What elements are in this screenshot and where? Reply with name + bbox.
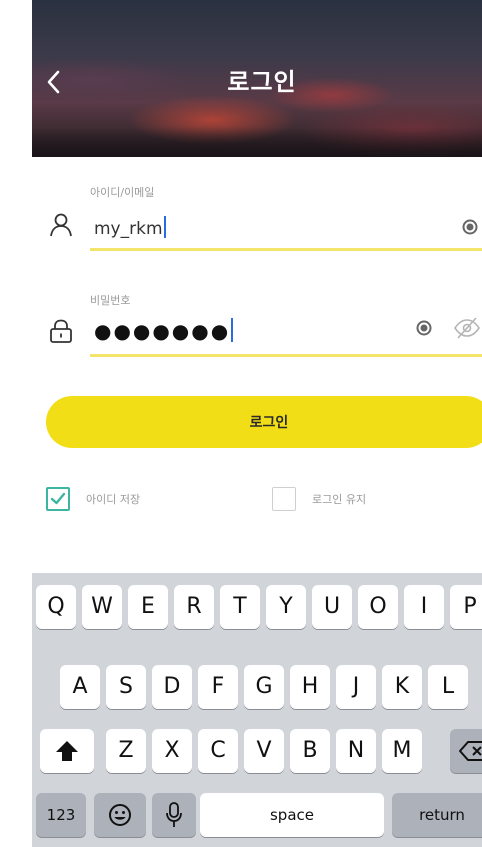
key-o[interactable]: O [358,585,398,629]
id-input-value: my_rkm [94,219,163,239]
key-h[interactable]: H [290,665,330,709]
key-c[interactable]: C [198,729,238,773]
key-s[interactable]: S [106,665,146,709]
clear-icon[interactable] [416,320,432,336]
save-id-label: 아이디 저장 [86,493,141,506]
emoji-key[interactable] [94,793,146,837]
key-g[interactable]: G [244,665,284,709]
space-key[interactable]: space [200,793,384,837]
microphone-icon [166,802,182,827]
key-m[interactable]: M [382,729,422,773]
login-screen: 로그인 아이디/이메일 my_rkm 비밀번호 ●●●●●●● 로그인 아이디 … [32,0,482,847]
page-title: 로그인 [227,68,297,96]
key-p[interactable]: P [450,585,482,629]
return-key[interactable]: return [392,793,482,837]
key-q[interactable]: Q [36,585,76,629]
id-field-label: 아이디/이메일 [90,186,155,199]
shift-key[interactable] [40,729,94,773]
key-z[interactable]: Z [106,729,146,773]
key-k[interactable]: K [382,665,422,709]
key-v[interactable]: V [244,729,284,773]
keyboard: Q W E R T Y U O I P A S D F G H J K L Z … [32,573,482,847]
password-input[interactable]: ●●●●●●● [94,318,234,343]
stay-logged-in-option[interactable]: 로그인 유지 [272,487,366,511]
clear-icon[interactable] [462,219,478,235]
key-a[interactable]: A [60,665,100,709]
key-j[interactable]: J [336,665,376,709]
password-input-value: ●●●●●●● [94,319,231,343]
eye-off-icon[interactable] [452,316,482,340]
microphone-key[interactable] [152,793,196,837]
checkmark-icon [50,492,66,505]
key-e[interactable]: E [128,585,168,629]
text-caret [231,318,234,342]
backspace-icon [459,741,482,761]
key-l[interactable]: L [428,665,468,709]
id-input[interactable]: my_rkm [94,216,166,239]
key-f[interactable]: F [198,665,238,709]
login-button[interactable]: 로그인 [46,396,482,448]
password-field-underline [90,354,482,357]
key-u[interactable]: U [312,585,352,629]
left-margin [0,0,32,847]
key-t[interactable]: T [220,585,260,629]
app-frame: 로그인 아이디/이메일 my_rkm 비밀번호 ●●●●●●● 로그인 아이디 … [0,0,482,847]
save-id-option[interactable]: 아이디 저장 [46,487,140,511]
backspace-key[interactable] [450,729,482,773]
key-y[interactable]: Y [266,585,306,629]
key-x[interactable]: X [152,729,192,773]
save-id-checkbox[interactable] [46,487,70,511]
key-d[interactable]: D [152,665,192,709]
key-n[interactable]: N [336,729,376,773]
password-field-label: 비밀번호 [90,294,131,307]
stay-logged-in-label: 로그인 유지 [312,493,367,506]
key-i[interactable]: I [404,585,444,629]
emoji-icon [109,804,131,826]
key-w[interactable]: W [82,585,122,629]
shift-icon [56,741,78,761]
header: 로그인 [32,0,482,157]
user-icon [50,213,72,237]
text-caret [163,216,166,238]
key-b[interactable]: B [290,729,330,773]
stay-logged-in-checkbox[interactable] [272,487,296,511]
key-r[interactable]: R [174,585,214,629]
lock-icon [50,319,72,343]
id-field-underline [90,248,482,251]
numbers-key[interactable]: 123 [36,793,86,837]
